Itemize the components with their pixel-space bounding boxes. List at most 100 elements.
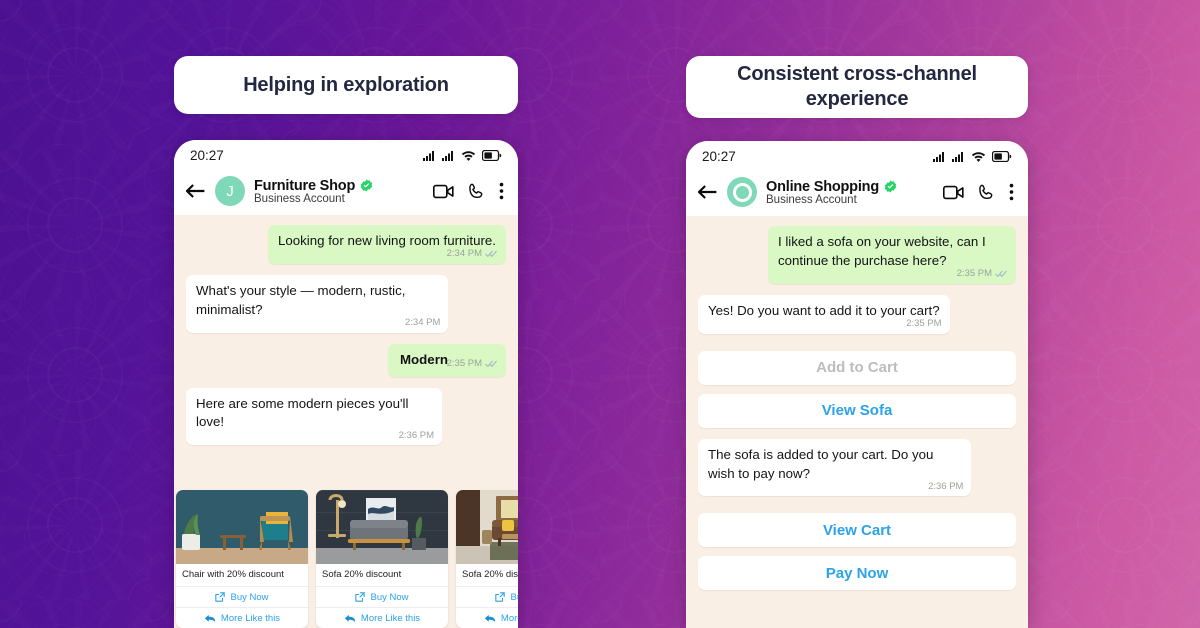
view-cart-button[interactable]: View Cart xyxy=(698,513,1016,548)
read-ticks-icon xyxy=(485,360,498,368)
view-cart-label: View Cart xyxy=(822,521,892,539)
add-to-cart-label: Add to Cart xyxy=(816,359,898,377)
more-like-this-button[interactable]: More Like this xyxy=(456,607,518,628)
message-row: Looking for new living room furniture. 2… xyxy=(186,225,506,264)
message-bubble[interactable]: Looking for new living room furniture. 2… xyxy=(267,225,506,264)
pay-now-button[interactable]: Pay Now xyxy=(698,556,1016,591)
more-options-icon[interactable] xyxy=(499,182,504,200)
account-subtitle: Business Account xyxy=(254,192,345,205)
message-meta: 2:34 PM xyxy=(447,247,498,260)
product-carousel[interactable]: Chair with 20% discount Buy Now More Lik… xyxy=(174,489,518,628)
left-title-card-wrap: Helping in exploration xyxy=(174,56,518,114)
message-row: I liked a sofa on your website, can I co… xyxy=(698,226,1016,284)
right-contact-names: Online Shopping Business Account xyxy=(766,179,934,206)
message-bubble[interactable]: Modern 2:35 PM xyxy=(388,343,506,377)
back-arrow-icon[interactable] xyxy=(184,183,206,199)
product-image-sofa-grey xyxy=(316,489,448,564)
verified-badge-icon xyxy=(884,180,897,193)
buy-now-label: Buy Now xyxy=(370,591,409,603)
more-options-icon[interactable] xyxy=(1009,183,1014,201)
message-time: 2:35 PM xyxy=(446,358,482,370)
left-contact-names: Furniture Shop Business Account xyxy=(254,178,424,205)
external-link-icon xyxy=(495,592,506,602)
buy-now-button[interactable]: Buy Now xyxy=(456,586,518,607)
buy-now-button[interactable]: Buy Now xyxy=(176,586,308,607)
avatar[interactable] xyxy=(727,177,757,207)
left-status-clock: 20:27 xyxy=(190,147,224,163)
avatar[interactable]: J xyxy=(215,176,245,206)
right-status-icons xyxy=(933,150,1012,162)
add-to-cart-button: Add to Cart xyxy=(698,350,1016,385)
right-chat-body: I liked a sofa on your website, can I co… xyxy=(686,216,1028,628)
product-image-sofa-yellow xyxy=(456,489,518,564)
poster-canvas: Helping in exploration 20:27 J Furniture… xyxy=(0,0,1200,628)
message-text: I liked a sofa on your website, can I co… xyxy=(777,234,986,268)
pay-now-label: Pay Now xyxy=(825,564,889,582)
signal-icon xyxy=(933,151,946,162)
wifi-icon xyxy=(971,150,986,162)
message-meta: 2:36 PM xyxy=(928,480,963,493)
contact-name: Furniture Shop xyxy=(254,177,356,194)
message-bubble[interactable]: What's your style — modern, rustic, mini… xyxy=(186,274,449,333)
message-row: What's your style — modern, rustic, mini… xyxy=(186,274,506,333)
battery-icon xyxy=(992,150,1012,162)
right-status-clock: 20:27 xyxy=(702,148,736,164)
more-like-this-button[interactable]: More Like this xyxy=(316,607,448,628)
message-meta: 2:36 PM xyxy=(399,429,434,442)
video-call-icon[interactable] xyxy=(433,184,454,199)
message-meta: 2:35 PM xyxy=(447,357,498,370)
message-text: Modern xyxy=(399,351,448,367)
right-title-card-wrap: Consistent cross-channel experience xyxy=(686,56,1028,118)
account-subtitle: Business Account xyxy=(766,193,857,206)
voice-call-icon[interactable] xyxy=(468,183,485,200)
message-meta: 2:34 PM xyxy=(405,316,440,329)
wifi-icon xyxy=(461,149,476,161)
product-card[interactable]: Sofa 20% discount Buy Now More Like this xyxy=(456,489,518,628)
reply-arrow-icon xyxy=(204,614,216,623)
signal-icon xyxy=(952,151,965,162)
message-text: Here are some modern pieces you'll love! xyxy=(196,395,409,430)
left-phone: 20:27 J Furniture Shop Business Account … xyxy=(174,140,518,628)
left-statusbar: 20:27 xyxy=(174,140,518,170)
message-bubble[interactable]: I liked a sofa on your website, can I co… xyxy=(767,226,1016,284)
message-text: Yes! Do you want to add it to your cart? xyxy=(708,302,940,318)
contact-name: Online Shopping xyxy=(766,178,879,195)
video-call-icon[interactable] xyxy=(943,185,964,200)
signal-icon xyxy=(442,150,455,161)
buy-now-button[interactable]: Buy Now xyxy=(316,586,448,607)
left-title-card: Helping in exploration xyxy=(174,56,518,114)
back-arrow-icon[interactable] xyxy=(696,184,718,200)
view-sofa-label: View Sofa xyxy=(821,402,893,420)
voice-call-icon[interactable] xyxy=(978,184,995,201)
right-title-card: Consistent cross-channel experience xyxy=(686,56,1028,118)
signal-icon xyxy=(423,150,436,161)
more-like-this-button[interactable]: More Like this xyxy=(176,607,308,628)
message-bubble[interactable]: Yes! Do you want to add it to your cart?… xyxy=(698,294,950,334)
avatar-letter: J xyxy=(226,182,234,200)
right-chat-header: Online Shopping Business Account xyxy=(686,171,1028,216)
message-row: Here are some modern pieces you'll love!… xyxy=(186,387,506,446)
message-time: 2:36 PM xyxy=(928,480,964,492)
product-card[interactable]: Chair with 20% discount Buy Now More Lik… xyxy=(176,489,308,628)
left-name-row: Furniture Shop xyxy=(254,178,424,194)
message-bubble[interactable]: Here are some modern pieces you'll love!… xyxy=(186,387,442,446)
message-row: Yes! Do you want to add it to your cart?… xyxy=(698,294,1016,334)
right-statusbar: 20:27 xyxy=(686,141,1028,171)
product-name: Sofa 20% discount xyxy=(322,568,402,580)
message-text: Looking for new living room furniture. xyxy=(277,233,496,248)
left-title-text: Helping in exploration xyxy=(243,73,449,96)
view-sofa-button[interactable]: View Sofa xyxy=(698,393,1016,428)
message-text: What's your style — modern, rustic, mini… xyxy=(196,282,406,317)
message-time: 2:34 PM xyxy=(446,248,482,260)
read-ticks-icon xyxy=(485,250,498,258)
left-chat-header: J Furniture Shop Business Account xyxy=(174,170,518,215)
left-status-icons xyxy=(423,149,502,161)
right-title-text: Consistent cross-channel experience xyxy=(737,63,977,110)
product-name: Chair with 20% discount xyxy=(182,568,284,580)
message-meta: 2:35 PM xyxy=(957,267,1008,280)
right-phone: 20:27 Online Shopping Business Account I… xyxy=(686,141,1028,628)
message-bubble[interactable]: The sofa is added to your cart. Do you w… xyxy=(698,438,972,497)
more-like-this-label: More Like this xyxy=(360,612,421,624)
message-time: 2:35 PM xyxy=(906,318,942,330)
product-card[interactable]: Sofa 20% discount Buy Now More Like this xyxy=(316,489,448,628)
